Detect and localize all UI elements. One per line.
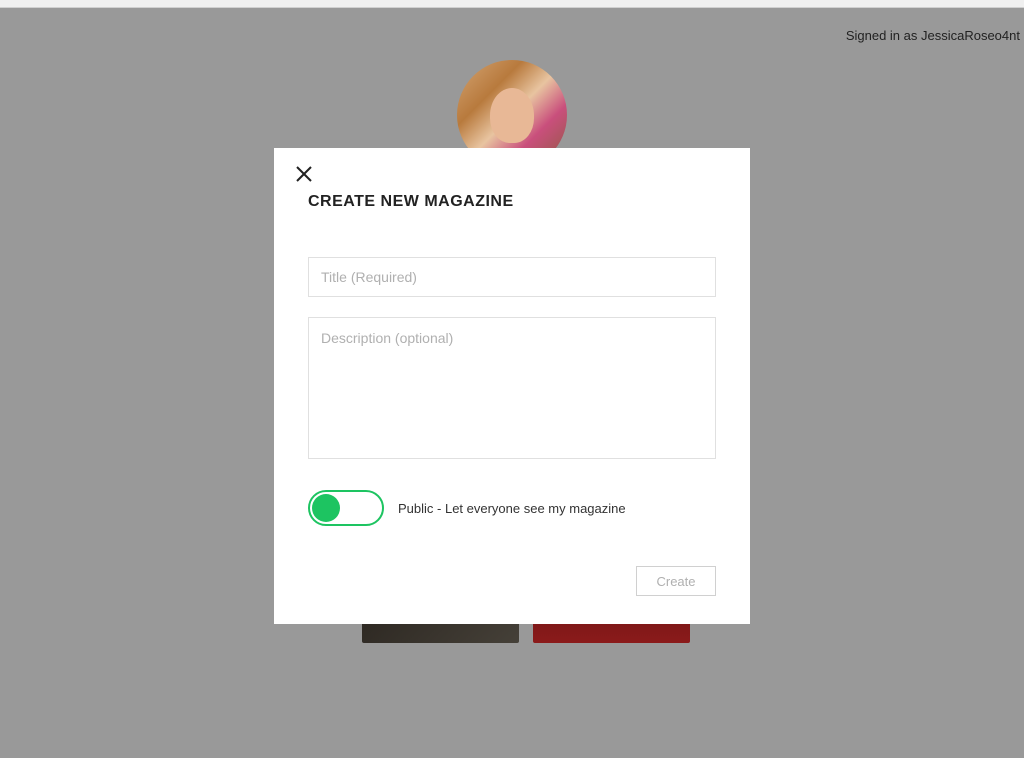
top-bar bbox=[0, 0, 1024, 8]
public-toggle-label: Public - Let everyone see my magazine bbox=[398, 501, 626, 516]
modal-footer: Create bbox=[636, 566, 716, 596]
close-icon bbox=[296, 166, 312, 182]
close-button[interactable] bbox=[292, 162, 316, 186]
signed-in-label: Signed in as JessicaRoseo4nt bbox=[846, 28, 1020, 43]
public-toggle-row: Public - Let everyone see my magazine bbox=[308, 490, 716, 526]
create-magazine-modal: CREATE NEW MAGAZINE Public - Let everyon… bbox=[274, 148, 750, 624]
description-input[interactable] bbox=[308, 317, 716, 459]
toggle-knob bbox=[312, 494, 340, 522]
background-overlay: Signed in as JessicaRoseo4nt CREATE NEW … bbox=[0, 8, 1024, 758]
public-toggle[interactable] bbox=[308, 490, 384, 526]
create-button[interactable]: Create bbox=[636, 566, 716, 596]
title-input[interactable] bbox=[308, 257, 716, 297]
form-container: Public - Let everyone see my magazine bbox=[308, 257, 716, 526]
modal-title: CREATE NEW MAGAZINE bbox=[308, 193, 716, 211]
